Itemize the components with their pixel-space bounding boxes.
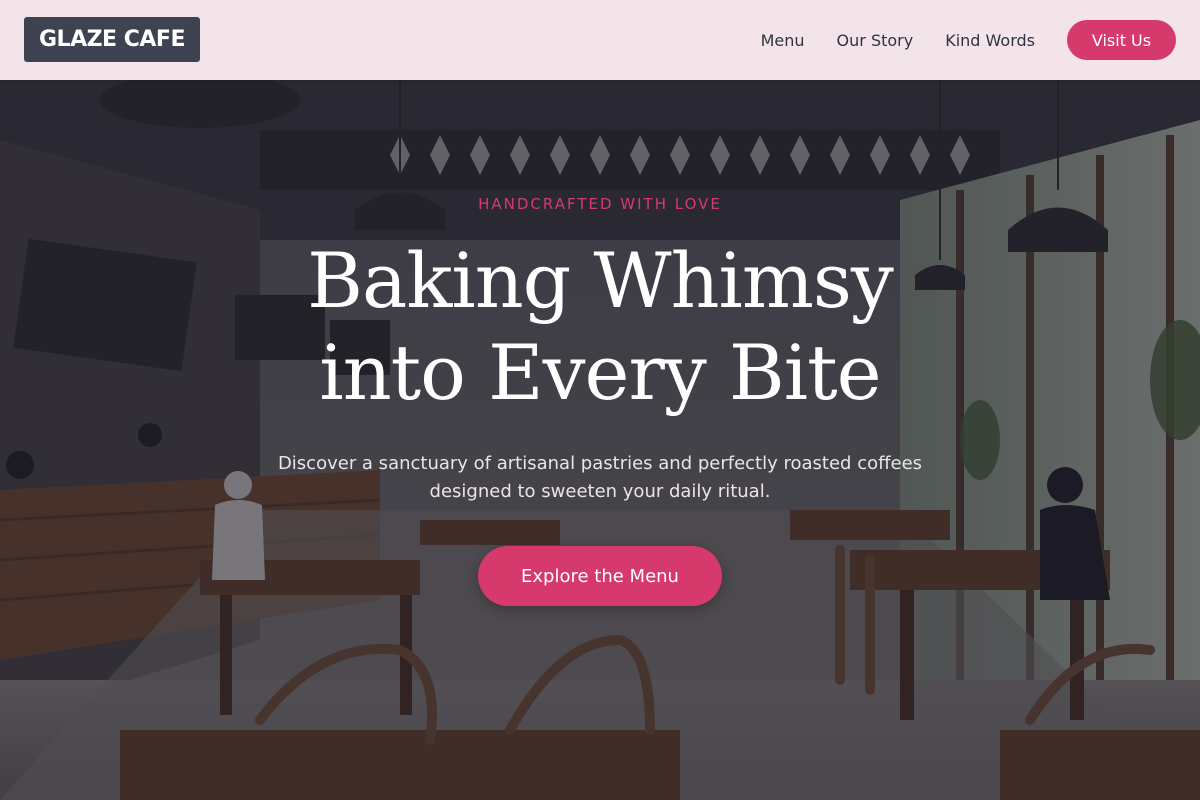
nav-link-kind-words[interactable]: Kind Words: [945, 31, 1035, 50]
main-nav: Menu Our Story Kind Words Visit Us: [761, 20, 1176, 60]
explore-menu-button[interactable]: Explore the Menu: [478, 546, 722, 606]
visit-us-button[interactable]: Visit Us: [1067, 20, 1176, 60]
site-header: GLAZE CAFE Menu Our Story Kind Words Vis…: [0, 0, 1200, 80]
nav-link-menu[interactable]: Menu: [761, 31, 805, 50]
landing-page: GLAZE CAFE Menu Our Story Kind Words Vis…: [0, 0, 1200, 800]
nav-link-our-story[interactable]: Our Story: [837, 31, 914, 50]
hero-content: HANDCRAFTED WITH LOVE Baking Whimsy into…: [0, 80, 1200, 800]
hero-headline-line2: into Every Bite: [319, 328, 881, 417]
site-logo[interactable]: GLAZE CAFE: [24, 17, 200, 62]
hero-headline: Baking Whimsy into Every Bite: [0, 235, 1200, 419]
hero-subtitle: Discover a sanctuary of artisanal pastri…: [277, 453, 923, 502]
hero-eyebrow: HANDCRAFTED WITH LOVE: [478, 195, 722, 213]
hero-headline-line1: Baking Whimsy: [307, 236, 894, 325]
